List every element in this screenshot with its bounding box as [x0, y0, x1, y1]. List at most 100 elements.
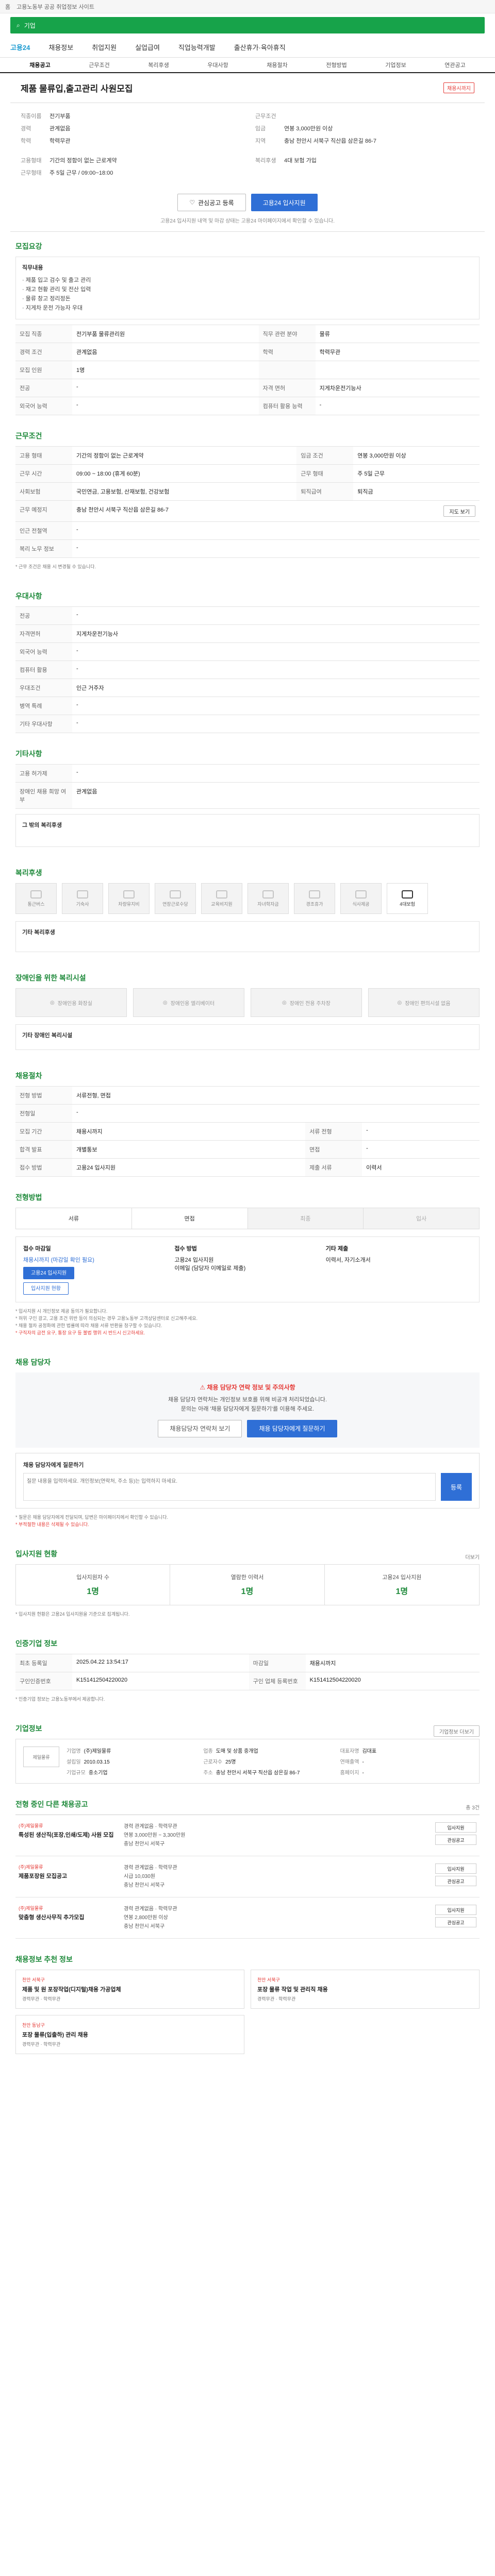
conditions-table: 고용 형태 기간의 정함이 없는 근로계약 임금 조건 연봉 3,000만원 이상 근…: [15, 446, 480, 558]
cell-value: -: [72, 697, 480, 715]
table-row: 외국어 능력 -: [15, 642, 480, 661]
cap-icon: [262, 890, 274, 899]
related-title[interactable]: 제품포장원 모집공고: [19, 1872, 117, 1880]
table-row: 전공 - 자격 면허 지게차운전기능사: [15, 379, 480, 397]
view-contact-button[interactable]: 채용담당자 연락처 보기: [158, 1420, 242, 1437]
site-logo[interactable]: 고용24: [10, 42, 30, 52]
question-submit-button[interactable]: 등록: [441, 1473, 472, 1501]
related-apply-button[interactable]: 입사지원: [435, 1863, 476, 1874]
tab-process[interactable]: 채용절차: [248, 61, 307, 69]
tab-posting[interactable]: 채용공고: [10, 61, 70, 69]
tab-welfare[interactable]: 복리후생: [129, 61, 188, 69]
tab-related[interactable]: 연관공고: [425, 61, 485, 69]
tab-method[interactable]: 전형방법: [307, 61, 366, 69]
related-apply-button[interactable]: 입사지원: [435, 1905, 476, 1915]
tab-conditions[interactable]: 근무조건: [70, 61, 129, 69]
summary-value: 관계없음: [50, 126, 71, 132]
related-scrap-button[interactable]: 관심공고: [435, 1835, 476, 1845]
apply-online-button[interactable]: 고용24 입사지원: [23, 1267, 75, 1279]
preference-table: 전공 - 자격면허 지게차운전기능사 외국어 능력 - 컴퓨터 활용 - 우대조건 인근 …: [15, 606, 480, 733]
home-link[interactable]: 홈: [5, 3, 10, 11]
nav-item-support[interactable]: 취업지원: [92, 42, 117, 52]
stats-more-link[interactable]: 더보기: [465, 1553, 480, 1561]
cell-value: -: [72, 764, 480, 783]
cell-key: 근무 형태: [296, 464, 354, 483]
summary-value: 학력무관: [50, 138, 71, 144]
table-row: 경력 조건 관계없음 학력 학력무관: [15, 343, 480, 361]
apply-notice: 고용24 입사지원 내역 및 마감 상태는 고용24 마이페이지에서 확인할 수…: [10, 214, 485, 232]
search-input[interactable]: ⌕ 기업: [10, 17, 485, 33]
apply-button[interactable]: 고용24 입사지원: [251, 194, 318, 211]
nav-item-leave[interactable]: 출산휴가·육아휴직: [234, 42, 286, 52]
company-value: (주)제일물류: [84, 1749, 111, 1754]
related-scrap-button[interactable]: 관심공고: [435, 1917, 476, 1927]
welfare-card-label: 기숙사: [76, 901, 89, 907]
welfare-section: 복리후생 통근버스 기숙사 차량유지비 연장근로수당 교육비지원 자녀학자금 경…: [10, 858, 485, 963]
etc-section: 기타사항 고용 허가제 - 장애인 채용 희망 여부 관계없음 그 밖의 복리후생: [10, 739, 485, 858]
company-key: 설립일: [67, 1759, 81, 1765]
related-title[interactable]: 특성된 생산직(포장,인쇄/도제) 사원 모집: [19, 1831, 117, 1839]
cell-key: 사회보험: [15, 482, 72, 501]
company-value: 김대표: [362, 1749, 377, 1754]
duty-label: 직무내용: [22, 265, 43, 271]
stat-value: 1명: [395, 1587, 408, 1596]
list-item[interactable]: (주)제일물류 특성된 생산직(포장,인쇄/도제) 사원 모집 경력 관계없음 ·…: [15, 1815, 480, 1856]
section-title: 채용절차: [15, 1072, 42, 1080]
recommend-title[interactable]: 포장 물류(입출하) 관리 채용: [22, 2030, 238, 2039]
cell-key: 학력: [258, 343, 316, 361]
cell-key: 우대조건: [15, 679, 72, 697]
cell-key: 인근 전철역: [15, 521, 72, 540]
cell-key: 합격 발표: [15, 1140, 72, 1159]
welfare-card: 자녀학자금: [248, 883, 289, 914]
recommend-card[interactable]: 천안 서북구 포장 물류 작업 및 관리직 채용 경력무관 · 학력무관: [251, 1970, 480, 2009]
map-button[interactable]: 지도 보기: [443, 505, 475, 517]
cell-value: 전기부품 물류관리원: [72, 325, 259, 343]
recommend-title[interactable]: 제품 및 원 포장작업(디지털)채용 가공업체: [22, 1985, 238, 1993]
related-apply-button[interactable]: 입사지원: [435, 1822, 476, 1833]
cell-key: 최초 등록일: [15, 1654, 72, 1672]
cell-value: -: [72, 397, 259, 415]
cell-key: 마감일: [249, 1654, 306, 1672]
nav-item-training[interactable]: 직업능력개발: [178, 42, 216, 52]
section-title: 인증기업 정보: [15, 1639, 58, 1648]
apply-status-button[interactable]: 입사지원 현황: [23, 1282, 69, 1295]
cell-value: 개별통보: [72, 1140, 306, 1159]
nav-item-benefit[interactable]: 실업급여: [135, 42, 160, 52]
tab-company[interactable]: 기업정보: [366, 61, 425, 69]
recommend-title[interactable]: 포장 물류 작업 및 관리직 채용: [257, 1985, 473, 1993]
disability-extra-title: 기타 장애인 복리시설: [22, 1032, 73, 1039]
stats-grid: 입사지원자 수 1명 열람한 이력서 1명 고용24 입사지원 1명: [15, 1564, 480, 1605]
company-key: 기업규모: [67, 1770, 86, 1776]
tab-preference[interactable]: 우대사항: [188, 61, 248, 69]
list-item[interactable]: (주)제일물류 제품포장원 모집공고 경력 관계없음 · 학력무관 시급 10,03…: [15, 1856, 480, 1897]
cell-value: 충남 천안시 서북구 직산읍 삼은길 86-7: [72, 500, 354, 522]
contact-title-text: 채용 담당자 연락 정보 및 주의사항: [207, 1384, 295, 1391]
list-item[interactable]: (주)제일물류 맞춤형 생산사무직 추가모집 경력 관계없음 · 학력무관 연봉 2…: [15, 1897, 480, 1939]
ask-recruiter-button[interactable]: 채용 담당자에게 질문하기: [247, 1420, 337, 1437]
cell-value: 09:00 ~ 18:00 (휴게 60분): [72, 464, 297, 483]
related-title[interactable]: 맞춤형 생산사무직 추가모집: [19, 1913, 117, 1921]
related-scrap-button[interactable]: 관심공고: [435, 1876, 476, 1886]
cell-key: 모집 인원: [15, 361, 72, 379]
etc-table: 고용 허가제 - 장애인 채용 희망 여부 관계없음: [15, 764, 480, 809]
nav-item-jobs[interactable]: 채용정보: [48, 42, 73, 52]
cell-key: 전공: [15, 379, 72, 397]
section-title: 장애인을 위한 복리시설: [15, 974, 86, 982]
section-title: 기업정보: [15, 1724, 42, 1733]
summary-key: 고용형태: [21, 158, 42, 164]
question-input[interactable]: [23, 1473, 436, 1501]
recommend-card[interactable]: 천안 동남구 포장 물류(입출하) 관리 채용 경력무관 · 학력무관: [15, 2015, 244, 2054]
company-more-button[interactable]: 기업정보 더보기: [433, 1725, 480, 1737]
table-row: 근무 시간 09:00 ~ 18:00 (휴게 60분) 근무 형태 주 5일 근무: [15, 464, 480, 483]
scrap-button[interactable]: ♡ 관심공고 등록: [177, 194, 246, 211]
company-card: 제일물류 기업명 (주)제일물류 업종 도매 및 상품 중개업 대표자명 김대표 설립…: [15, 1739, 480, 1784]
recommend-meta: 경력무관 · 학력무관: [22, 1996, 61, 2002]
recommend-meta: 경력무관 · 학력무관: [22, 2042, 61, 2047]
recommend-card[interactable]: 천안 서북구 제품 및 원 포장작업(디지털)채용 가공업체 경력무관 · 학력무관: [15, 1970, 244, 2009]
summary-value: 충남 천안시 서북구 직산읍 삼은길 86-7: [284, 138, 376, 144]
welfare-card-label: 교육비지원: [211, 901, 233, 907]
summary-key: 근무조건: [255, 113, 276, 120]
recruit-table: 모집 직종 전기부품 물류관리원 직무 관련 분야 물류 경력 조건 관계없음 학력 학력무…: [15, 325, 480, 415]
question-notes: * 질문은 채용 담당자에게 전달되며, 답변은 마이페이지에서 확인할 수 있…: [15, 1509, 480, 1533]
summary-key: 임금: [255, 126, 266, 132]
